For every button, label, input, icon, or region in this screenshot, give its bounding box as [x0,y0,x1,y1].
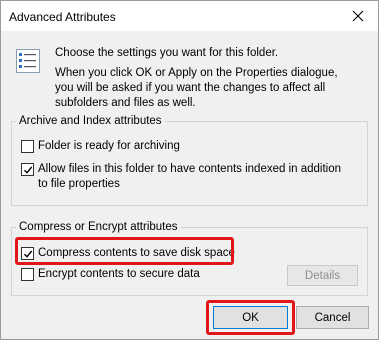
ok-highlight [206,300,295,335]
archive-index-legend: Archive and Index attributes [16,114,165,128]
intro-line-2: When you click OK or Apply on the Proper… [55,67,338,109]
compress-encrypt-legend: Compress or Encrypt attributes [16,220,181,234]
encrypt-label: Encrypt contents to secure data [38,268,200,280]
details-button[interactable]: Details [287,265,358,286]
checkbox-box[interactable] [21,268,34,281]
advanced-attributes-dialog: Advanced Attributes Choose the settings … [0,0,379,340]
close-icon [352,10,364,22]
cancel-button[interactable]: Cancel [296,306,369,329]
folder-ready-checkbox[interactable]: Folder is ready for archiving [21,139,180,154]
dialog-title: Advanced Attributes [9,10,116,24]
allow-index-label: Allow files in this folder to have conte… [38,163,342,190]
archive-index-group: Archive and Index attributes Folder is r… [11,114,368,206]
encrypt-checkbox[interactable]: Encrypt contents to secure data [21,267,200,282]
title-bar: Advanced Attributes [1,1,378,31]
allow-index-checkbox[interactable]: Allow files in this folder to have conte… [21,162,351,192]
check-mark-icon [23,166,32,174]
folder-ready-label: Folder is ready for archiving [38,140,180,152]
close-button[interactable] [338,1,378,31]
compress-highlight [15,237,234,265]
checkbox-box[interactable] [21,140,34,153]
checkbox-box[interactable] [21,163,34,176]
intro-text: Choose the settings you want for this fo… [55,46,355,116]
intro-line-1: Choose the settings you want for this fo… [55,47,279,59]
dialog-body: Choose the settings you want for this fo… [1,31,378,339]
settings-list-icon [16,49,40,73]
